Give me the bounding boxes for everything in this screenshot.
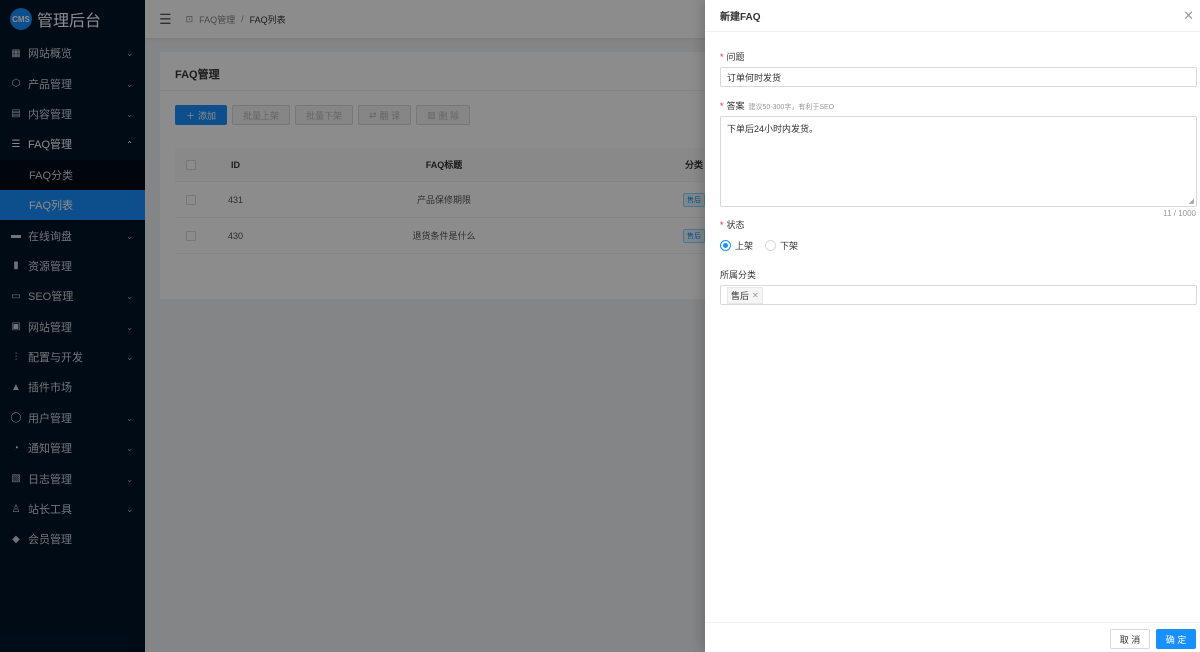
drawer-title: 新建FAQ	[705, 0, 1200, 32]
question-label-text: 问题	[726, 52, 745, 62]
answer-char-count: 11 / 1000	[1163, 209, 1196, 218]
radio-label: 下架	[780, 241, 799, 251]
confirm-button[interactable]: 确 定	[1156, 629, 1196, 649]
status-label-text: 状态	[726, 220, 745, 230]
required-mark: *	[720, 101, 724, 111]
selected-category-tag: 售后 ✕	[727, 286, 763, 304]
cancel-button[interactable]: 取 消	[1110, 629, 1150, 649]
question-input[interactable]: 订单何时发货	[720, 67, 1197, 87]
radio-checked-icon	[720, 240, 731, 251]
remove-tag-icon[interactable]: ✕	[752, 291, 759, 300]
status-radio-on[interactable]: 上架	[720, 239, 753, 252]
radio-unchecked-icon	[765, 240, 777, 251]
drawer-mask[interactable]	[0, 0, 705, 652]
status-radio-group: 上架 下架	[720, 239, 798, 252]
radio-label: 上架	[735, 241, 754, 251]
required-mark: *	[720, 52, 724, 62]
drawer-footer: 取 消 确 定	[705, 622, 1200, 652]
answer-text: 下单后24小时内发货。	[727, 124, 819, 134]
status-radio-off[interactable]: 下架	[765, 239, 798, 252]
required-mark: *	[720, 220, 724, 230]
selected-category-label: 售后	[731, 290, 750, 301]
category-label: 所属分类	[720, 270, 757, 280]
answer-hint: 建议50-300字，有利于SEO	[748, 104, 835, 111]
answer-textarea[interactable]: 下单后24小时内发货。 ◢	[720, 116, 1197, 207]
answer-label-text: 答案	[726, 101, 745, 111]
question-label: * 问题	[720, 50, 745, 63]
new-faq-drawer: 新建FAQ ✕ * 问题 订单何时发货 * 答案 建议50-300字，有利于SEO 下…	[705, 0, 1200, 652]
resize-handle-icon[interactable]: ◢	[1189, 197, 1194, 205]
category-select[interactable]: 售后 ✕	[720, 285, 1197, 305]
status-label: * 状态	[720, 218, 745, 231]
answer-label: * 答案 建议50-300字，有利于SEO	[720, 99, 834, 112]
close-icon[interactable]: ✕	[1183, 8, 1194, 24]
